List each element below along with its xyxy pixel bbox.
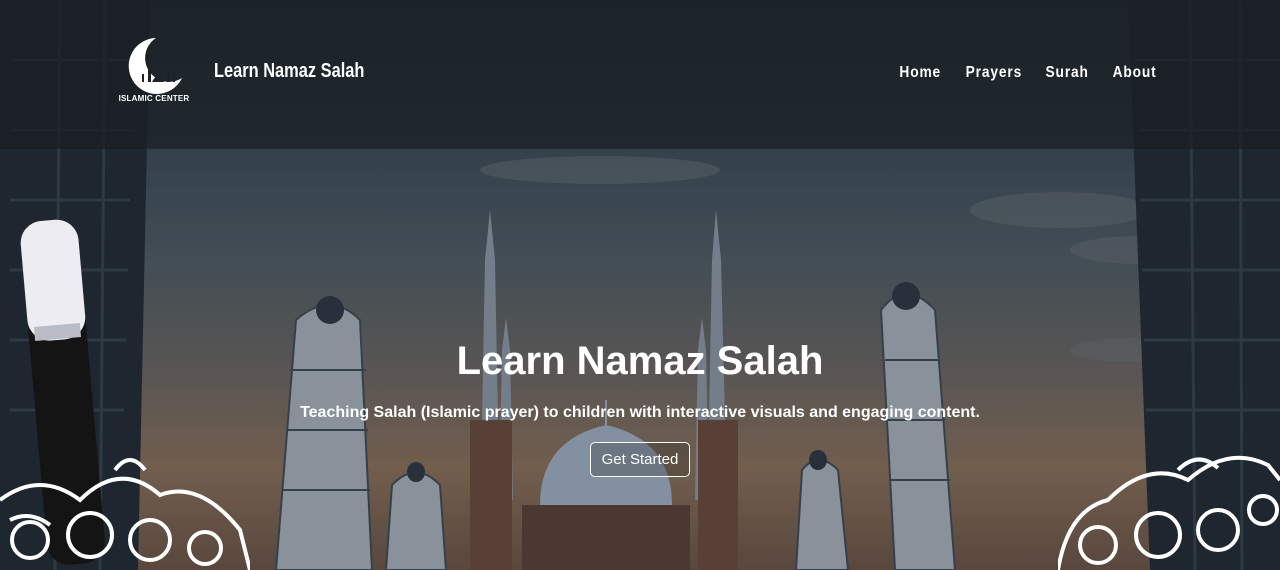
hero-section: ISLAMIC CENTER Learn Namaz Salah Home Pr… — [0, 0, 1280, 570]
brand-title[interactable]: Learn Namaz Salah — [214, 60, 364, 83]
main-nav: Home Prayers Surah About — [896, 64, 1160, 82]
crescent-mosque-icon — [128, 38, 182, 94]
nav-prayers[interactable]: Prayers — [965, 64, 1022, 82]
logo-text: ISLAMIC CENTER — [118, 94, 190, 103]
hero-subtitle: Teaching Salah (Islamic prayer) to child… — [300, 404, 980, 421]
site-header: ISLAMIC CENTER Learn Namaz Salah Home Pr… — [0, 0, 1280, 149]
get-started-button[interactable]: Get Started — [589, 442, 691, 477]
site-logo[interactable]: ISLAMIC CENTER — [112, 36, 196, 108]
hero-title: Learn Namaz Salah — [456, 339, 824, 383]
nav-about[interactable]: About — [1112, 64, 1156, 82]
nav-home[interactable]: Home — [900, 64, 942, 82]
hero-content: Learn Namaz Salah Teaching Salah (Islami… — [0, 336, 1280, 477]
nav-surah[interactable]: Surah — [1046, 64, 1089, 82]
